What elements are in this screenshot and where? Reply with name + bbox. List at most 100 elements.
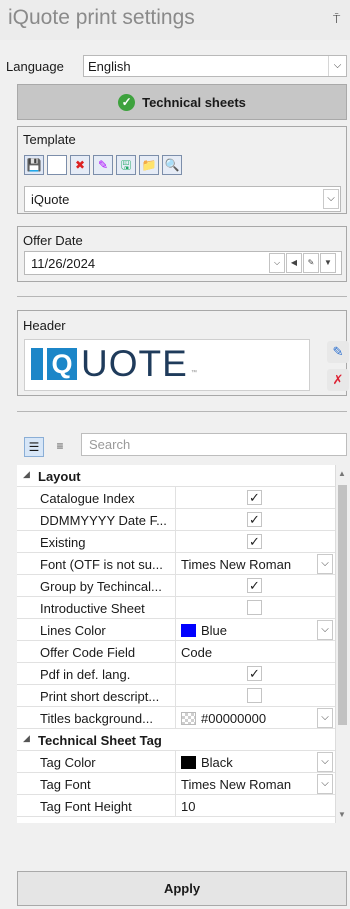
pencil-icon[interactable]: ✎: [303, 253, 319, 273]
template-select[interactable]: iQuote ⌵: [24, 186, 341, 212]
divider: [175, 707, 176, 729]
property-name: Tag Font: [40, 777, 91, 792]
export-icon[interactable]: 📁: [139, 155, 159, 175]
offer-date-value: 11/26/2024: [31, 256, 96, 271]
logo-q-mark: Q: [47, 348, 77, 380]
chevron-down-icon[interactable]: ⌵: [269, 253, 285, 273]
technical-sheets-button[interactable]: ✓ Technical sheets: [17, 84, 347, 120]
language-value: English: [88, 59, 131, 74]
edit-image-icon[interactable]: ✎: [327, 341, 349, 363]
table-row[interactable]: Catalogue Index ✓: [17, 487, 335, 509]
category-name: Technical Sheet Tag: [38, 733, 162, 748]
window-title: iQuote print settings: [8, 6, 195, 29]
new-icon[interactable]: [47, 155, 67, 175]
property-name: Titles background...: [40, 711, 153, 726]
table-row[interactable]: Lines Color Blue ⌵: [17, 619, 335, 641]
divider: [175, 487, 176, 509]
chevron-down-icon[interactable]: ⌵: [317, 752, 333, 772]
table-row[interactable]: Print short descript...: [17, 685, 335, 707]
offer-date-label: Offer Date: [23, 233, 83, 248]
template-group-label: Template: [23, 132, 76, 147]
table-row[interactable]: Group by Techincal... ✓: [17, 575, 335, 597]
property-value[interactable]: Times New Roman: [181, 777, 291, 792]
property-value[interactable]: Blue: [181, 623, 227, 638]
save-icon[interactable]: 💾: [24, 155, 44, 175]
categorized-view-icon[interactable]: ☰: [24, 437, 44, 457]
dropdown-icon[interactable]: ▼: [320, 253, 336, 273]
table-row[interactable]: Font (OTF is not su... Times New Roman ⌵: [17, 553, 335, 575]
property-name: Tag Color: [40, 755, 96, 770]
table-row[interactable]: Offer Code Field Code: [17, 641, 335, 663]
chevron-down-icon[interactable]: ⌵: [323, 189, 339, 209]
property-grid-tail: Tag Font Times New Roman ⌵ Tag Font Heig…: [17, 773, 335, 823]
search-input[interactable]: [82, 434, 346, 455]
property-value[interactable]: Code: [181, 645, 212, 660]
table-row[interactable]: Introductive Sheet: [17, 597, 335, 619]
table-row[interactable]: Tag Font Height 10: [17, 795, 335, 817]
color-name: #00000000: [201, 711, 267, 726]
import-icon[interactable]: 🔍: [162, 155, 182, 175]
color-name: Black: [201, 755, 233, 770]
color-swatch: [181, 756, 196, 769]
category-row[interactable]: ◢ Technical Sheet Tag: [17, 729, 335, 751]
alphabetical-view-icon[interactable]: ≡: [50, 437, 70, 457]
collapse-icon[interactable]: ◢: [23, 733, 30, 744]
logo-text: UOTE: [81, 343, 188, 384]
chevron-down-icon[interactable]: ⌵: [317, 554, 333, 574]
property-grid: ◢ Layout Catalogue Index ✓ DDMMYYYY Date…: [17, 465, 335, 775]
technical-sheets-label: Technical sheets: [142, 94, 246, 110]
vertical-scrollbar[interactable]: ▲ ▼: [335, 465, 348, 823]
checkbox[interactable]: [247, 688, 262, 703]
scroll-up-icon[interactable]: ▲: [338, 469, 346, 478]
chevron-down-icon[interactable]: ⌵: [317, 708, 333, 728]
pin-icon[interactable]: ⍑: [333, 12, 340, 27]
checkbox[interactable]: ✓: [247, 578, 262, 593]
table-row[interactable]: Pdf in def. lang. ✓: [17, 663, 335, 685]
rename-icon[interactable]: ✎: [93, 155, 113, 175]
category-row[interactable]: ◢ Layout: [17, 465, 335, 487]
scrollbar-thumb[interactable]: [338, 485, 347, 725]
property-name: Offer Code Field: [40, 645, 136, 660]
table-row[interactable]: Tag Font Times New Roman ⌵: [17, 773, 335, 795]
color-name: Blue: [201, 623, 228, 638]
save-as-icon[interactable]: 🖫: [116, 155, 136, 175]
table-row[interactable]: Titles background... #00000000 ⌵: [17, 707, 335, 729]
delete-icon[interactable]: ✖: [70, 155, 90, 175]
chevron-down-icon[interactable]: ⌵: [317, 620, 333, 640]
checkbox[interactable]: ✓: [247, 534, 262, 549]
property-value[interactable]: Times New Roman: [181, 557, 291, 572]
divider: [175, 619, 176, 641]
language-select[interactable]: English ⌵: [83, 55, 347, 77]
table-row[interactable]: DDMMYYYY Date F... ✓: [17, 509, 335, 531]
apply-button[interactable]: Apply: [17, 871, 347, 906]
checkbox[interactable]: ✓: [247, 512, 262, 527]
table-row[interactable]: Tag Color Black ⌵: [17, 751, 335, 773]
property-value[interactable]: Black: [181, 755, 233, 770]
chevron-down-icon[interactable]: ⌵: [328, 56, 346, 76]
checkbox[interactable]: [247, 600, 262, 615]
clear-image-icon[interactable]: ✗: [327, 369, 349, 391]
scroll-down-icon[interactable]: ▼: [338, 810, 346, 819]
divider: [175, 531, 176, 553]
property-name: Pdf in def. lang.: [40, 667, 131, 682]
property-value[interactable]: 10: [181, 799, 195, 814]
check-circle-icon: ✓: [118, 93, 136, 111]
chevron-left-icon[interactable]: ◀: [286, 253, 302, 273]
language-label: Language: [6, 59, 64, 74]
separator: [17, 296, 347, 297]
search-field[interactable]: [81, 433, 347, 456]
transparent-swatch: [181, 712, 196, 725]
checkbox[interactable]: ✓: [247, 490, 262, 505]
divider: [175, 597, 176, 619]
separator: [17, 411, 347, 412]
chevron-down-icon[interactable]: ⌵: [317, 774, 333, 794]
table-row[interactable]: Existing ✓: [17, 531, 335, 553]
property-name: Font (OTF is not su...: [40, 557, 163, 572]
property-name: DDMMYYYY Date F...: [40, 513, 167, 528]
property-value[interactable]: #00000000: [181, 711, 266, 726]
property-name: Print short descript...: [40, 689, 160, 704]
collapse-icon[interactable]: ◢: [23, 469, 30, 480]
checkbox[interactable]: ✓: [247, 666, 262, 681]
divider: [175, 553, 176, 575]
divider: [175, 795, 176, 817]
